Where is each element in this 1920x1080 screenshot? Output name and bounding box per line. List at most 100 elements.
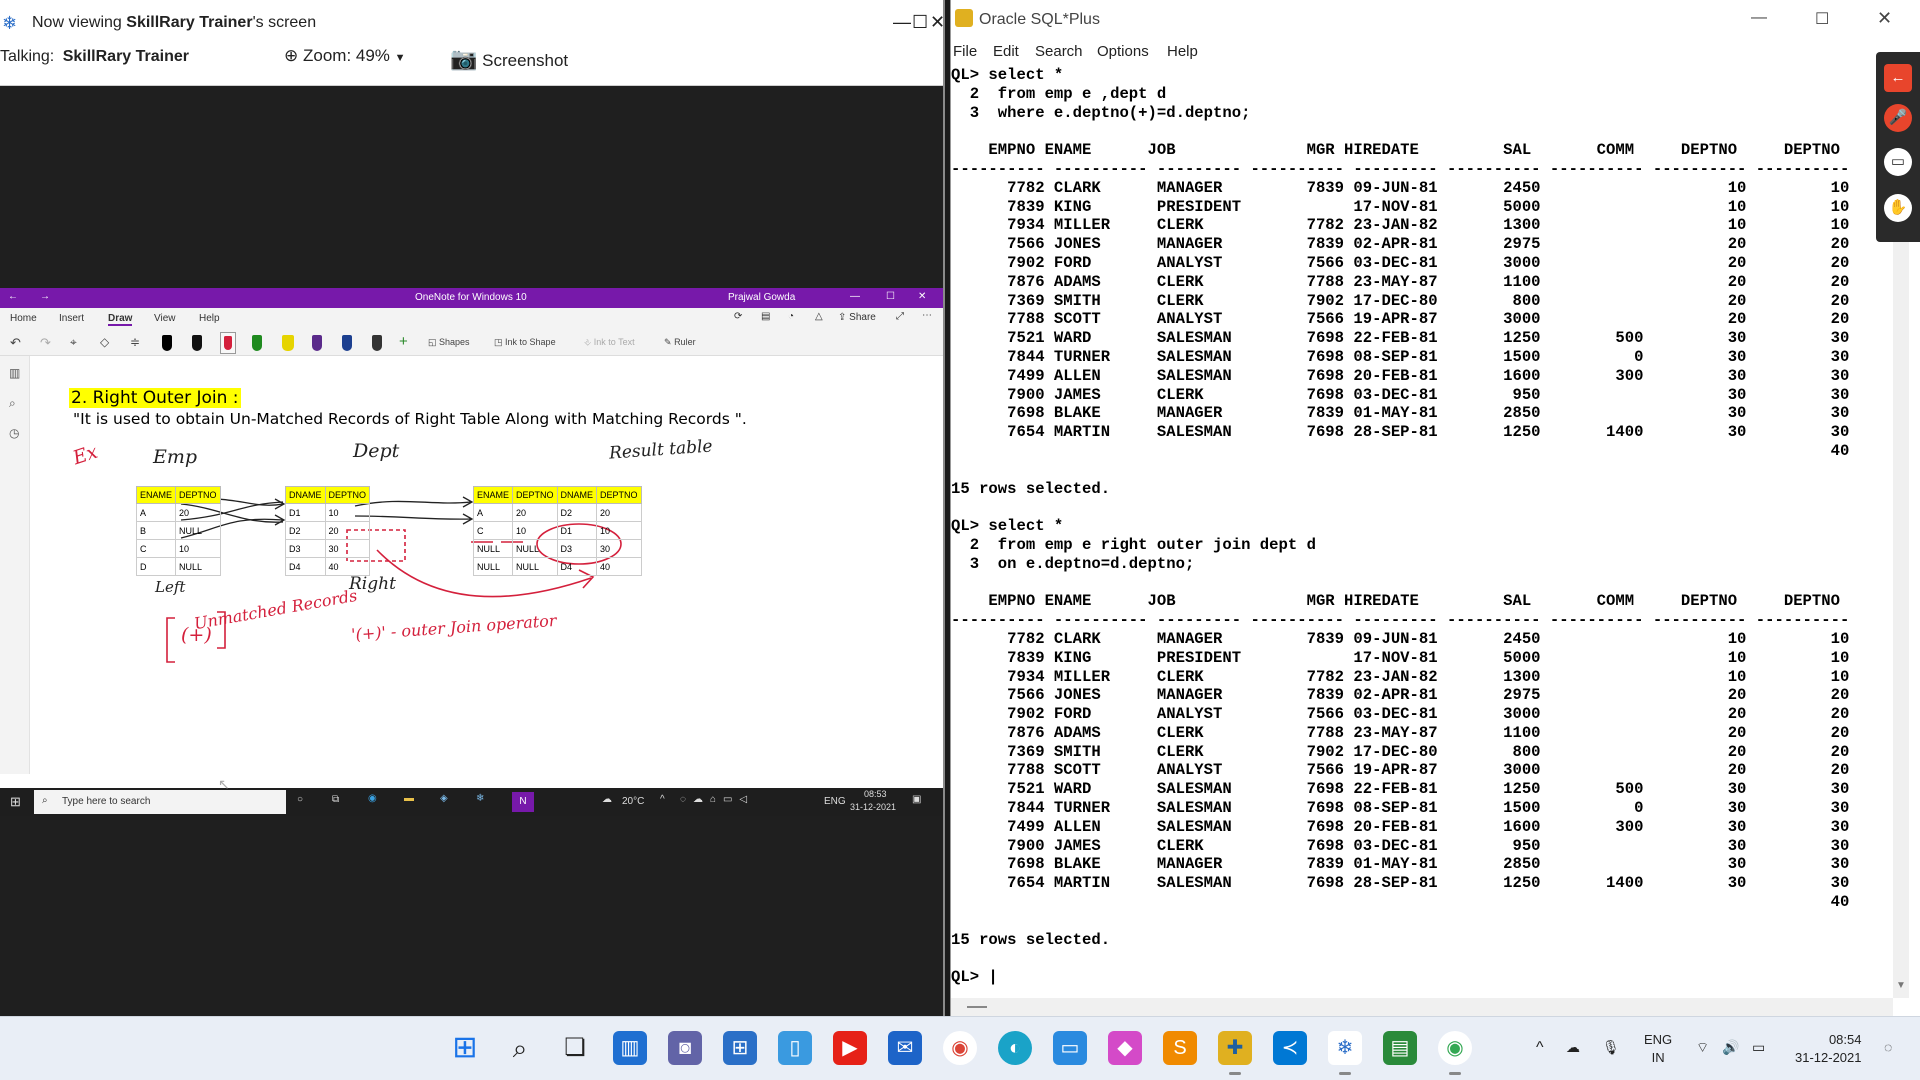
ink-emp-label: Emp [153,446,198,468]
widgets-icon[interactable]: ▥ [613,1031,647,1065]
phone-icon[interactable]: ▯ [778,1031,812,1065]
zoom-dropdown[interactable]: ⊕ Zoom: 49% ▼ [284,46,406,66]
gems-app-icon[interactable]: ◆ [1108,1031,1142,1065]
vscode-icon[interactable]: ≺ [1273,1031,1307,1065]
pen-dark-icon[interactable] [372,335,382,351]
sync-icon[interactable]: ⟳ [734,311,742,322]
eraser-icon[interactable]: ◇ [100,335,109,349]
viewer-taskbar-icon[interactable]: ❄ [1328,1031,1362,1065]
tray-chevron-icon[interactable]: ^ [1536,1039,1544,1057]
windows-start-icon[interactable]: ⊞ [448,1031,482,1065]
forward-arrow-icon[interactable]: → [40,291,50,302]
more-icon[interactable]: ⋯ [922,310,932,321]
language-indicator[interactable]: ENG IN [1644,1031,1672,1067]
microphone-icon[interactable]: 🎙 [1602,1039,1620,1056]
task-view-icon[interactable]: ❏ [558,1031,592,1065]
scroll-down-icon[interactable]: ▼ [1896,980,1906,991]
notification-bell-icon[interactable]: ◌ [1884,1039,1892,1055]
tab-home[interactable]: Home [10,313,37,324]
onenote-user[interactable]: Prajwal Gowda [728,292,795,303]
pen-purple-icon[interactable] [312,335,322,351]
pen-red-icon[interactable] [220,332,236,354]
shared-search-box[interactable]: ⌕ Type here to search [34,790,286,814]
mail-icon[interactable]: ✉ [888,1031,922,1065]
tray-chevron-icon[interactable]: ^ [660,794,665,805]
chrome-icon[interactable]: ◉ [943,1031,977,1065]
back-arrow-icon[interactable]: ← [1884,64,1912,92]
maximize-icon[interactable]: ☐ [886,291,895,302]
horizontal-scrollbar[interactable] [951,998,1893,1016]
redo-icon[interactable]: ↷ [40,335,51,351]
ink-to-text-button[interactable]: ⎀ Ink to Text [584,337,635,348]
lasso-select-icon[interactable]: ⌖ [70,335,77,350]
close-icon[interactable]: ✕ [930,12,945,33]
menu-edit[interactable]: Edit [993,43,1019,60]
expand-icon[interactable]: ⤢ [896,311,904,322]
minimize-icon[interactable]: — [1751,9,1767,27]
screenshot-button[interactable]: 📷 Screenshot [450,46,568,72]
sublime-icon[interactable]: S [1163,1031,1197,1065]
recent-icon[interactable]: ◷ [9,426,19,440]
tab-insert[interactable]: Insert [59,313,84,324]
back-arrow-icon[interactable]: ← [8,291,18,302]
onenote-app-icon[interactable]: N [512,792,534,812]
shapes-button[interactable]: ◱ Shapes [428,337,470,348]
task-view-icon[interactable]: ⧉ [332,794,339,805]
highlighter-green-icon[interactable] [252,335,262,351]
notification-icon[interactable]: ▣ [912,794,921,805]
volume-icon[interactable]: 🔊 [1722,1039,1739,1056]
notebook-icon[interactable]: ▤ [761,311,770,322]
pen-black-icon[interactable] [192,335,202,351]
undo-icon[interactable]: ↶ [10,335,21,351]
remote-desktop-icon[interactable]: ▭ [1053,1031,1087,1065]
search-icon[interactable]: ⌕ [503,1031,537,1065]
cortana-icon[interactable]: ○ [297,794,303,805]
sqlplus-app-icon[interactable]: ◈ [440,793,448,804]
menu-search[interactable]: Search [1035,43,1083,60]
ink-to-shape-button[interactable]: ◳ Ink to Shape [494,337,556,348]
highlighter-yellow-icon[interactable] [282,335,294,351]
wifi-icon[interactable]: ⌔ [1696,1039,1709,1057]
close-icon[interactable]: ✕ [918,291,926,302]
pen-blue-icon[interactable] [342,335,352,351]
chrome-profile-icon[interactable]: ◉ [1438,1031,1472,1065]
clock[interactable]: 08:54 31-12-2021 [1795,1031,1862,1067]
add-pen-icon[interactable]: + [399,333,408,350]
microphone-icon[interactable]: 🎤 [1884,104,1912,132]
menu-file[interactable]: File [953,43,977,60]
tab-help[interactable]: Help [199,313,220,324]
windows-start-icon[interactable]: ⊞ [10,794,21,810]
teams-chat-icon[interactable]: ◙ [668,1031,702,1065]
menu-options[interactable]: Options [1097,43,1149,60]
minimize-icon[interactable]: — [893,12,911,33]
sqlplus-terminal[interactable]: QL> select * 2 from emp e ,dept d 3 wher… [951,64,1893,998]
sqlplus-taskbar-icon[interactable]: ✚ [1218,1031,1252,1065]
edge-icon[interactable]: ◐ [998,1031,1032,1065]
store-icon[interactable]: ⊞ [723,1031,757,1065]
scroll-thumb[interactable] [967,1006,987,1008]
maximize-icon[interactable]: ☐ [912,12,928,33]
add-space-icon[interactable]: ≑ [130,335,140,349]
ruler-button[interactable]: ✎ Ruler [664,337,696,348]
menu-help[interactable]: Help [1167,43,1198,60]
close-icon[interactable]: ✕ [1877,8,1892,29]
lightbulb-icon[interactable]: ◔ [788,311,794,322]
minimize-icon[interactable]: — [850,291,860,302]
maximize-icon[interactable]: ☐ [1815,9,1829,29]
window-icon[interactable]: ▭ [1884,148,1912,176]
edge-icon[interactable]: ◉ [368,793,377,804]
tab-view[interactable]: View [154,313,176,324]
bell-icon[interactable]: △ [815,311,823,322]
file-explorer-icon[interactable]: ▬ [404,793,414,804]
battery-icon[interactable]: ▭ [1752,1039,1765,1056]
notebooks-icon[interactable]: ▥ [9,366,20,380]
tab-draw[interactable]: Draw [108,313,133,326]
viewer-app-icon[interactable]: ❄ [476,793,484,804]
youtube-icon[interactable]: ▶ [833,1031,867,1065]
search-icon[interactable]: ⌕ [9,396,16,411]
notepad-icon[interactable]: ▤ [1383,1031,1417,1065]
onedrive-icon[interactable]: ☁ [1566,1039,1580,1056]
share-button[interactable]: ⇪ Share [838,312,876,323]
pen-black-icon[interactable] [162,335,172,351]
raise-hand-icon[interactable]: ✋ [1884,194,1912,222]
